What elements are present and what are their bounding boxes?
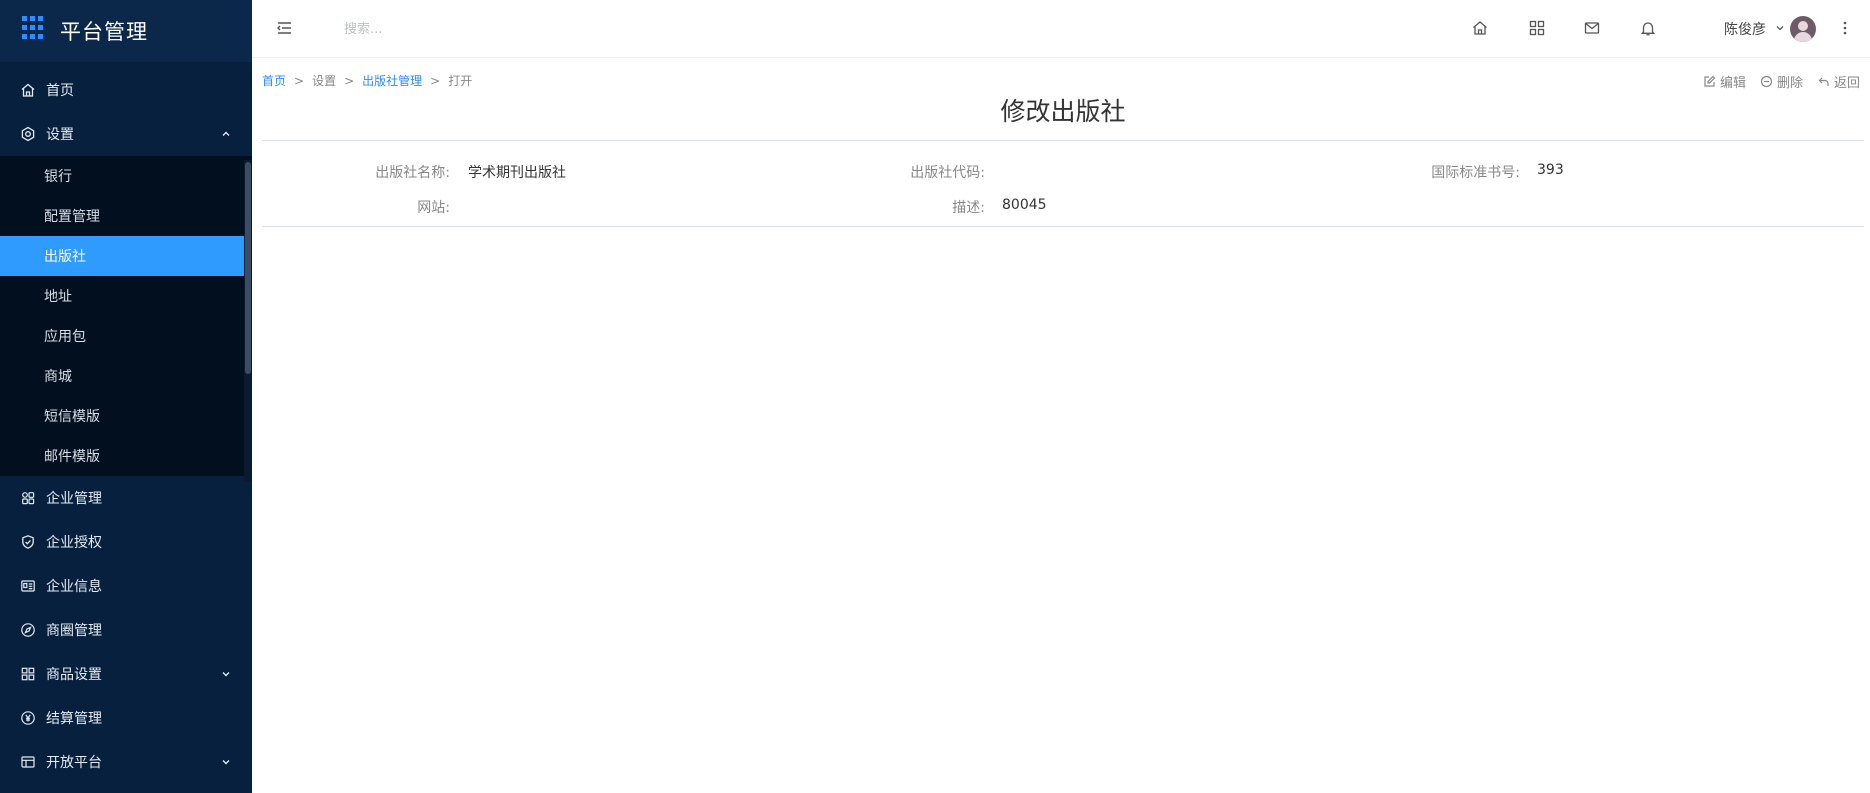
sidebar-item-label: 首页 bbox=[46, 83, 74, 99]
chevron-up-icon bbox=[222, 131, 230, 136]
publisher-name-value: 学术期刊出版社 bbox=[468, 165, 566, 181]
grid-icon bbox=[20, 666, 36, 682]
minus-circle-icon bbox=[1760, 75, 1773, 88]
yen-circle-icon bbox=[20, 710, 36, 726]
sidebar-item-enterprise-management[interactable]: 企业管理 bbox=[0, 476, 252, 520]
breadcrumb-separator: > bbox=[344, 73, 355, 88]
title-divider bbox=[262, 140, 1864, 141]
chevron-down-icon bbox=[222, 672, 230, 677]
breadcrumb-settings: 设置 bbox=[312, 74, 337, 88]
enterprise-icon bbox=[20, 490, 36, 506]
delete-label: 删除 bbox=[1776, 76, 1803, 91]
more-vertical-icon[interactable] bbox=[1842, 19, 1848, 37]
sidebar-item-bank[interactable]: 银行 bbox=[0, 156, 252, 196]
details-divider bbox=[262, 226, 1864, 227]
sidebar-item-label: 企业授权 bbox=[46, 535, 102, 551]
avatar[interactable] bbox=[1790, 16, 1816, 42]
sidebar: 平台管理 首页 设置 银行 配置管理 出版社 地址 应用包 商城 短信模版 邮件… bbox=[0, 0, 252, 793]
edit-icon bbox=[1704, 75, 1716, 87]
app-title: 平台管理 bbox=[60, 20, 148, 44]
publisher-name-label: 出版社名称: bbox=[375, 165, 450, 181]
sidebar-item-open-platform[interactable]: 开放平台 bbox=[0, 740, 252, 784]
sidebar-item-app-package[interactable]: 应用包 bbox=[0, 316, 252, 356]
sidebar-item-label: 企业管理 bbox=[46, 491, 102, 507]
website-label: 网站: bbox=[417, 200, 450, 216]
sidebar-item-mall[interactable]: 商城 bbox=[0, 356, 252, 396]
brand-header: 平台管理 bbox=[0, 0, 252, 62]
sidebar-item-product-settings[interactable]: 商品设置 bbox=[0, 652, 252, 696]
sidebar-item-enterprise-info[interactable]: 企业信息 bbox=[0, 564, 252, 608]
chevron-down-icon bbox=[222, 760, 230, 765]
top-bar: 陈俊彦 bbox=[252, 0, 1870, 58]
sidebar-item-home[interactable]: 首页 bbox=[0, 68, 252, 112]
publisher-code-label: 出版社代码: bbox=[910, 165, 985, 181]
back-arrow-icon bbox=[1818, 77, 1829, 86]
bell-icon[interactable] bbox=[1639, 19, 1657, 37]
sidebar-item-sms-template[interactable]: 短信模版 bbox=[0, 396, 252, 436]
user-name[interactable]: 陈俊彦 bbox=[1724, 19, 1766, 39]
edit-button[interactable]: 编辑 bbox=[1703, 72, 1746, 91]
apps-icon[interactable] bbox=[1528, 19, 1546, 37]
home-icon[interactable] bbox=[1471, 19, 1489, 37]
home-icon bbox=[20, 82, 36, 98]
delete-button[interactable]: 删除 bbox=[1760, 72, 1803, 91]
sidebar-item-label: 企业信息 bbox=[46, 579, 102, 595]
breadcrumb-separator: > bbox=[294, 73, 305, 88]
description-label: 描述: bbox=[952, 200, 985, 216]
back-button[interactable]: 返回 bbox=[1817, 72, 1860, 91]
search-input[interactable] bbox=[344, 16, 644, 42]
sidebar-item-enterprise-auth[interactable]: 企业授权 bbox=[0, 520, 252, 564]
sidebar-item-settlement[interactable]: 结算管理 bbox=[0, 696, 252, 740]
breadcrumb-home[interactable]: 首页 bbox=[262, 72, 286, 89]
sidebar-item-label: 商圈管理 bbox=[46, 623, 102, 639]
sidebar-item-label: 结算管理 bbox=[46, 711, 102, 727]
id-card-icon bbox=[20, 578, 36, 594]
settings-icon bbox=[20, 126, 36, 142]
edit-label: 编辑 bbox=[1719, 76, 1746, 91]
isbn-label: 国际标准书号: bbox=[1431, 165, 1520, 181]
chevron-down-icon[interactable] bbox=[1774, 22, 1786, 34]
breadcrumb: 首页 > 设置 > 出版社管理 > 打开 bbox=[262, 72, 472, 89]
description-value: 80045 bbox=[1002, 197, 1047, 213]
app-grid-logo-icon bbox=[22, 16, 46, 40]
back-label: 返回 bbox=[1833, 76, 1860, 91]
menu-collapse-icon[interactable] bbox=[274, 18, 294, 38]
isbn-value: 393 bbox=[1537, 162, 1564, 178]
sidebar-item-label: 商品设置 bbox=[46, 667, 102, 683]
page-actions: 编辑 删除 返回 bbox=[1703, 72, 1860, 91]
settings-submenu: 银行 配置管理 出版社 地址 应用包 商城 短信模版 邮件模版 bbox=[0, 156, 252, 476]
sidebar-item-label: 开放平台 bbox=[46, 755, 102, 771]
sidebar-item-business-district[interactable]: 商圈管理 bbox=[0, 608, 252, 652]
breadcrumb-open: 打开 bbox=[448, 74, 473, 88]
sidebar-scrollbar-thumb[interactable] bbox=[245, 162, 251, 374]
sidebar-item-address[interactable]: 地址 bbox=[0, 276, 252, 316]
page-title: 修改出版社 bbox=[1000, 97, 1126, 126]
shield-check-icon bbox=[20, 534, 36, 550]
sidebar-item-email-template[interactable]: 邮件模版 bbox=[0, 436, 252, 476]
compass-icon bbox=[20, 622, 36, 638]
mail-icon[interactable] bbox=[1583, 19, 1601, 37]
breadcrumb-publisher-management[interactable]: 出版社管理 bbox=[362, 72, 422, 89]
table-icon bbox=[20, 754, 36, 770]
sidebar-item-label: 设置 bbox=[46, 127, 74, 143]
sidebar-item-settings[interactable]: 设置 bbox=[0, 112, 252, 156]
breadcrumb-separator: > bbox=[430, 73, 441, 88]
sidebar-item-publisher[interactable]: 出版社 bbox=[0, 236, 244, 276]
sidebar-item-config[interactable]: 配置管理 bbox=[0, 196, 252, 236]
